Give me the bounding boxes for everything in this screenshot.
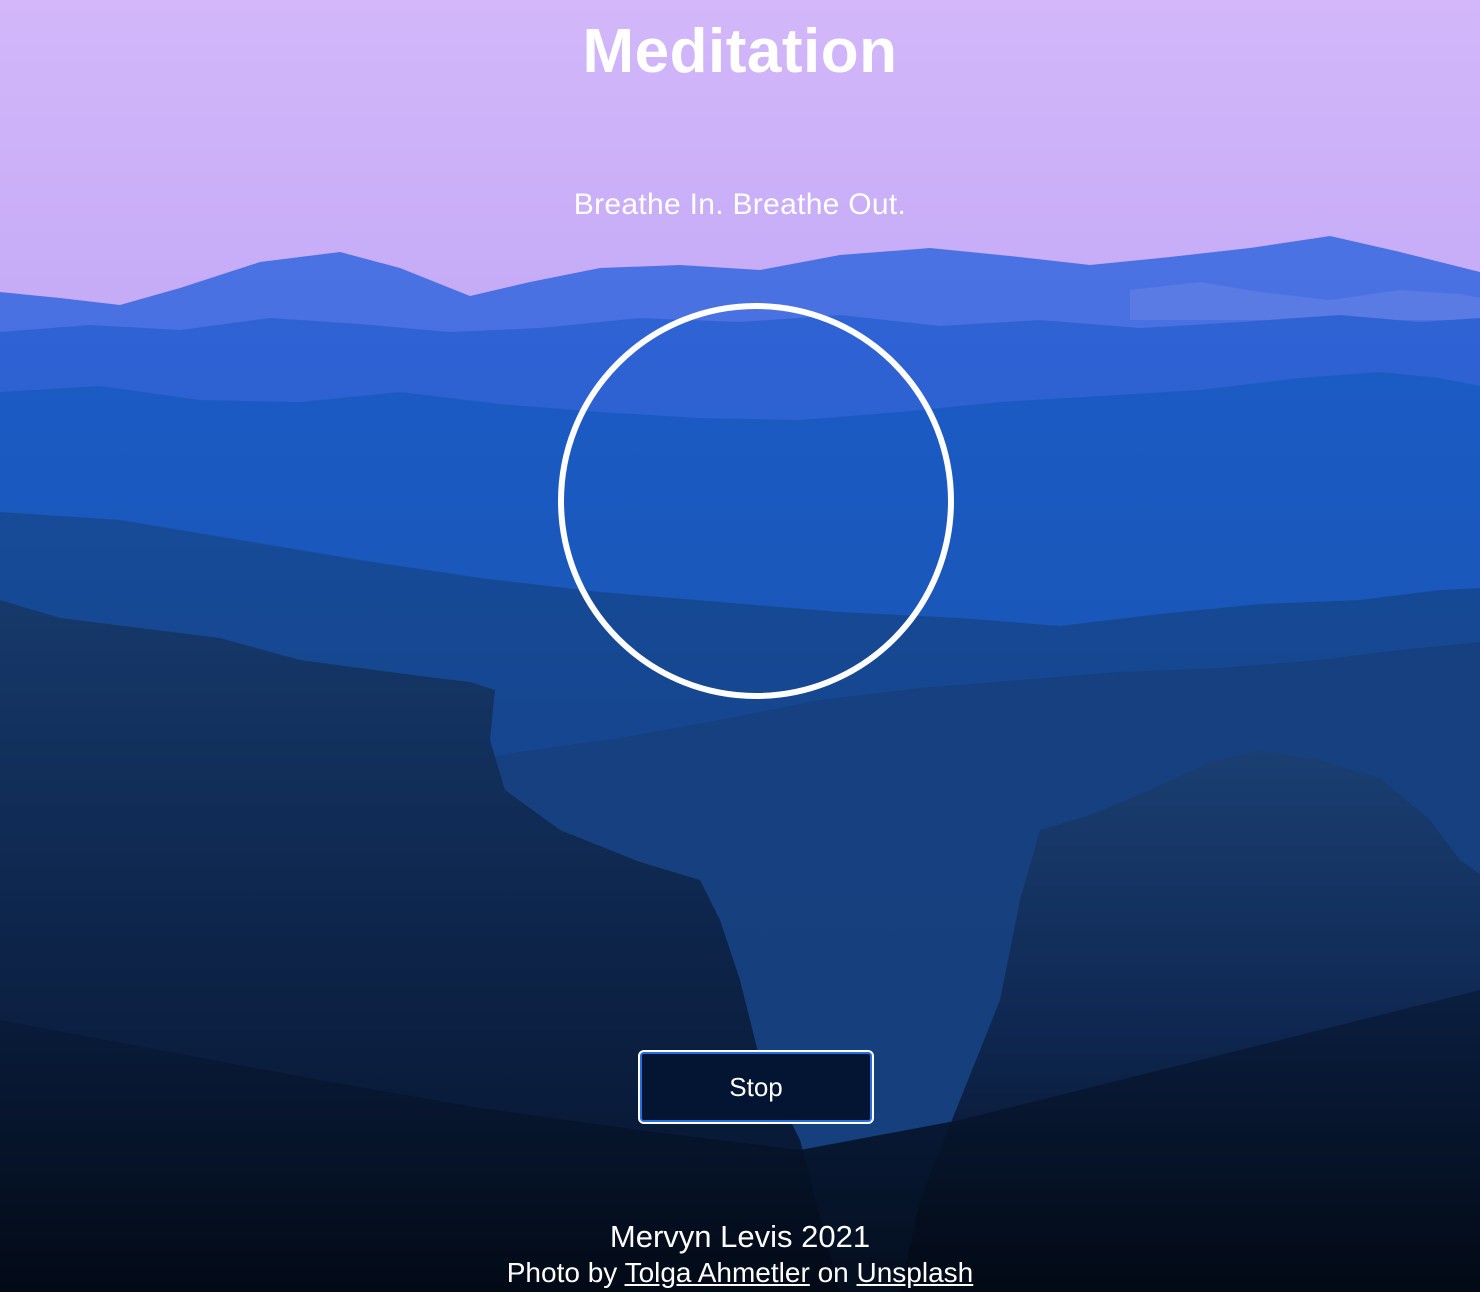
author-credit: Mervyn Levis 2021: [609, 1219, 871, 1254]
photographer-link[interactable]: Tolga Ahmetler: [625, 1257, 810, 1288]
page-title: Meditation: [582, 17, 898, 86]
credit-prefix: Photo by: [506, 1257, 618, 1288]
credit-middle: on: [817, 1257, 849, 1288]
unsplash-link[interactable]: Unsplash: [857, 1257, 974, 1288]
stop-button[interactable]: Stop: [638, 1050, 874, 1124]
breathing-circle: [558, 303, 954, 699]
footer: Mervyn Levis 2021 Photo by Tolga Ahmetle…: [0, 1218, 1480, 1290]
photo-credit: Photo by Tolga Ahmetler on Unsplash: [0, 1256, 1480, 1290]
breathing-instruction: Breathe In. Breathe Out.: [573, 188, 907, 221]
